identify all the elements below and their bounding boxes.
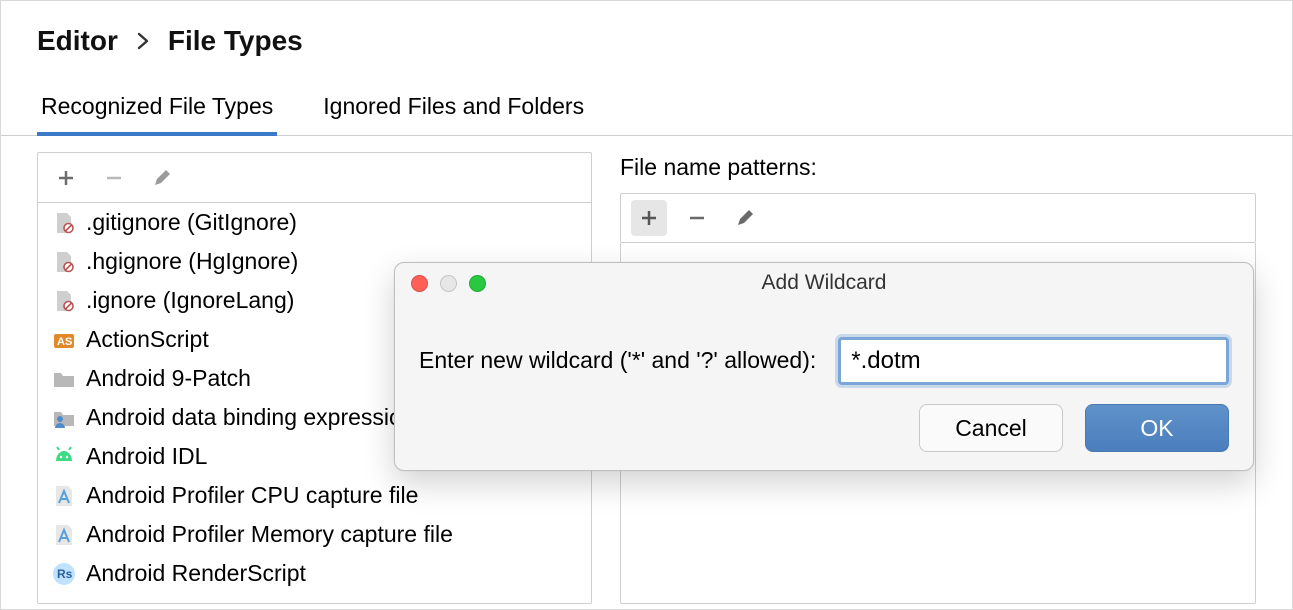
android-icon [52,445,76,469]
minus-icon [687,208,707,228]
edit-file-type-button[interactable] [144,160,180,196]
svg-text:AS: AS [57,336,72,348]
plus-icon [56,168,76,188]
plus-icon [639,208,659,228]
tab-recognized-file-types[interactable]: Recognized File Types [37,81,277,136]
list-item-label: .ignore (IgnoreLang) [86,287,294,314]
list-item-label: .hgignore (HgIgnore) [86,248,298,275]
pencil-icon [735,208,755,228]
add-wildcard-dialog: Add Wildcard Enter new wildcard ('*' and… [394,262,1254,471]
list-item-label: ActionScript [86,326,209,353]
dialog-title: Add Wildcard [762,271,887,295]
list-item[interactable]: Rs Android RenderScript [38,554,591,593]
tab-ignored-files-and-folders[interactable]: Ignored Files and Folders [319,81,588,136]
list-item-label: Android Profiler Memory capture file [86,521,453,548]
list-item[interactable]: Android Profiler Memory capture file [38,515,591,554]
ok-button[interactable]: OK [1085,404,1229,452]
minus-icon [104,168,124,188]
window-close-button[interactable] [411,275,428,292]
dialog-prompt: Enter new wildcard ('*' and '?' allowed)… [419,347,816,374]
list-item-label: Android Profiler CPU capture file [86,482,418,509]
list-item-label: Android IDL [86,443,207,470]
breadcrumb: Editor File Types [1,1,1292,73]
remove-file-type-button[interactable] [96,160,132,196]
ignore-file-icon [52,250,76,274]
pencil-icon [152,168,172,188]
actionscript-icon: AS [52,328,76,352]
tabs: Recognized File Types Ignored Files and … [1,81,1292,136]
add-file-type-button[interactable] [48,160,84,196]
patterns-label: File name patterns: [620,152,1256,193]
breadcrumb-chevron-icon [136,25,150,57]
window-minimize-button[interactable] [440,275,457,292]
cancel-button[interactable]: Cancel [919,404,1063,452]
dialog-buttons: Cancel OK [395,404,1253,470]
list-item-label: .gitignore (GitIgnore) [86,209,297,236]
renderscript-icon: Rs [52,562,76,586]
patterns-toolbar [620,193,1256,243]
add-pattern-button[interactable] [631,200,667,236]
ignore-file-icon [52,289,76,313]
file-types-toolbar [38,153,591,203]
ignore-file-icon [52,211,76,235]
list-item[interactable]: .gitignore (GitIgnore) [38,203,591,242]
window-zoom-button[interactable] [469,275,486,292]
profiler-file-icon [52,523,76,547]
data-binding-icon [52,406,76,430]
list-item-label: Android RenderScript [86,560,306,587]
list-item-label: Android 9-Patch [86,365,251,392]
breadcrumb-parent[interactable]: Editor [37,25,118,57]
remove-pattern-button[interactable] [679,200,715,236]
breadcrumb-current: File Types [168,25,303,57]
wildcard-input[interactable] [838,337,1229,385]
folder-icon [52,367,76,391]
list-item[interactable]: Android Profiler CPU capture file [38,476,591,515]
profiler-file-icon [52,484,76,508]
dialog-body: Enter new wildcard ('*' and '?' allowed)… [395,303,1253,404]
svg-text:Rs: Rs [57,567,73,581]
window-controls [411,275,486,292]
edit-pattern-button[interactable] [727,200,763,236]
dialog-titlebar: Add Wildcard [395,263,1253,303]
list-item-label: Android data binding expression [86,404,415,431]
